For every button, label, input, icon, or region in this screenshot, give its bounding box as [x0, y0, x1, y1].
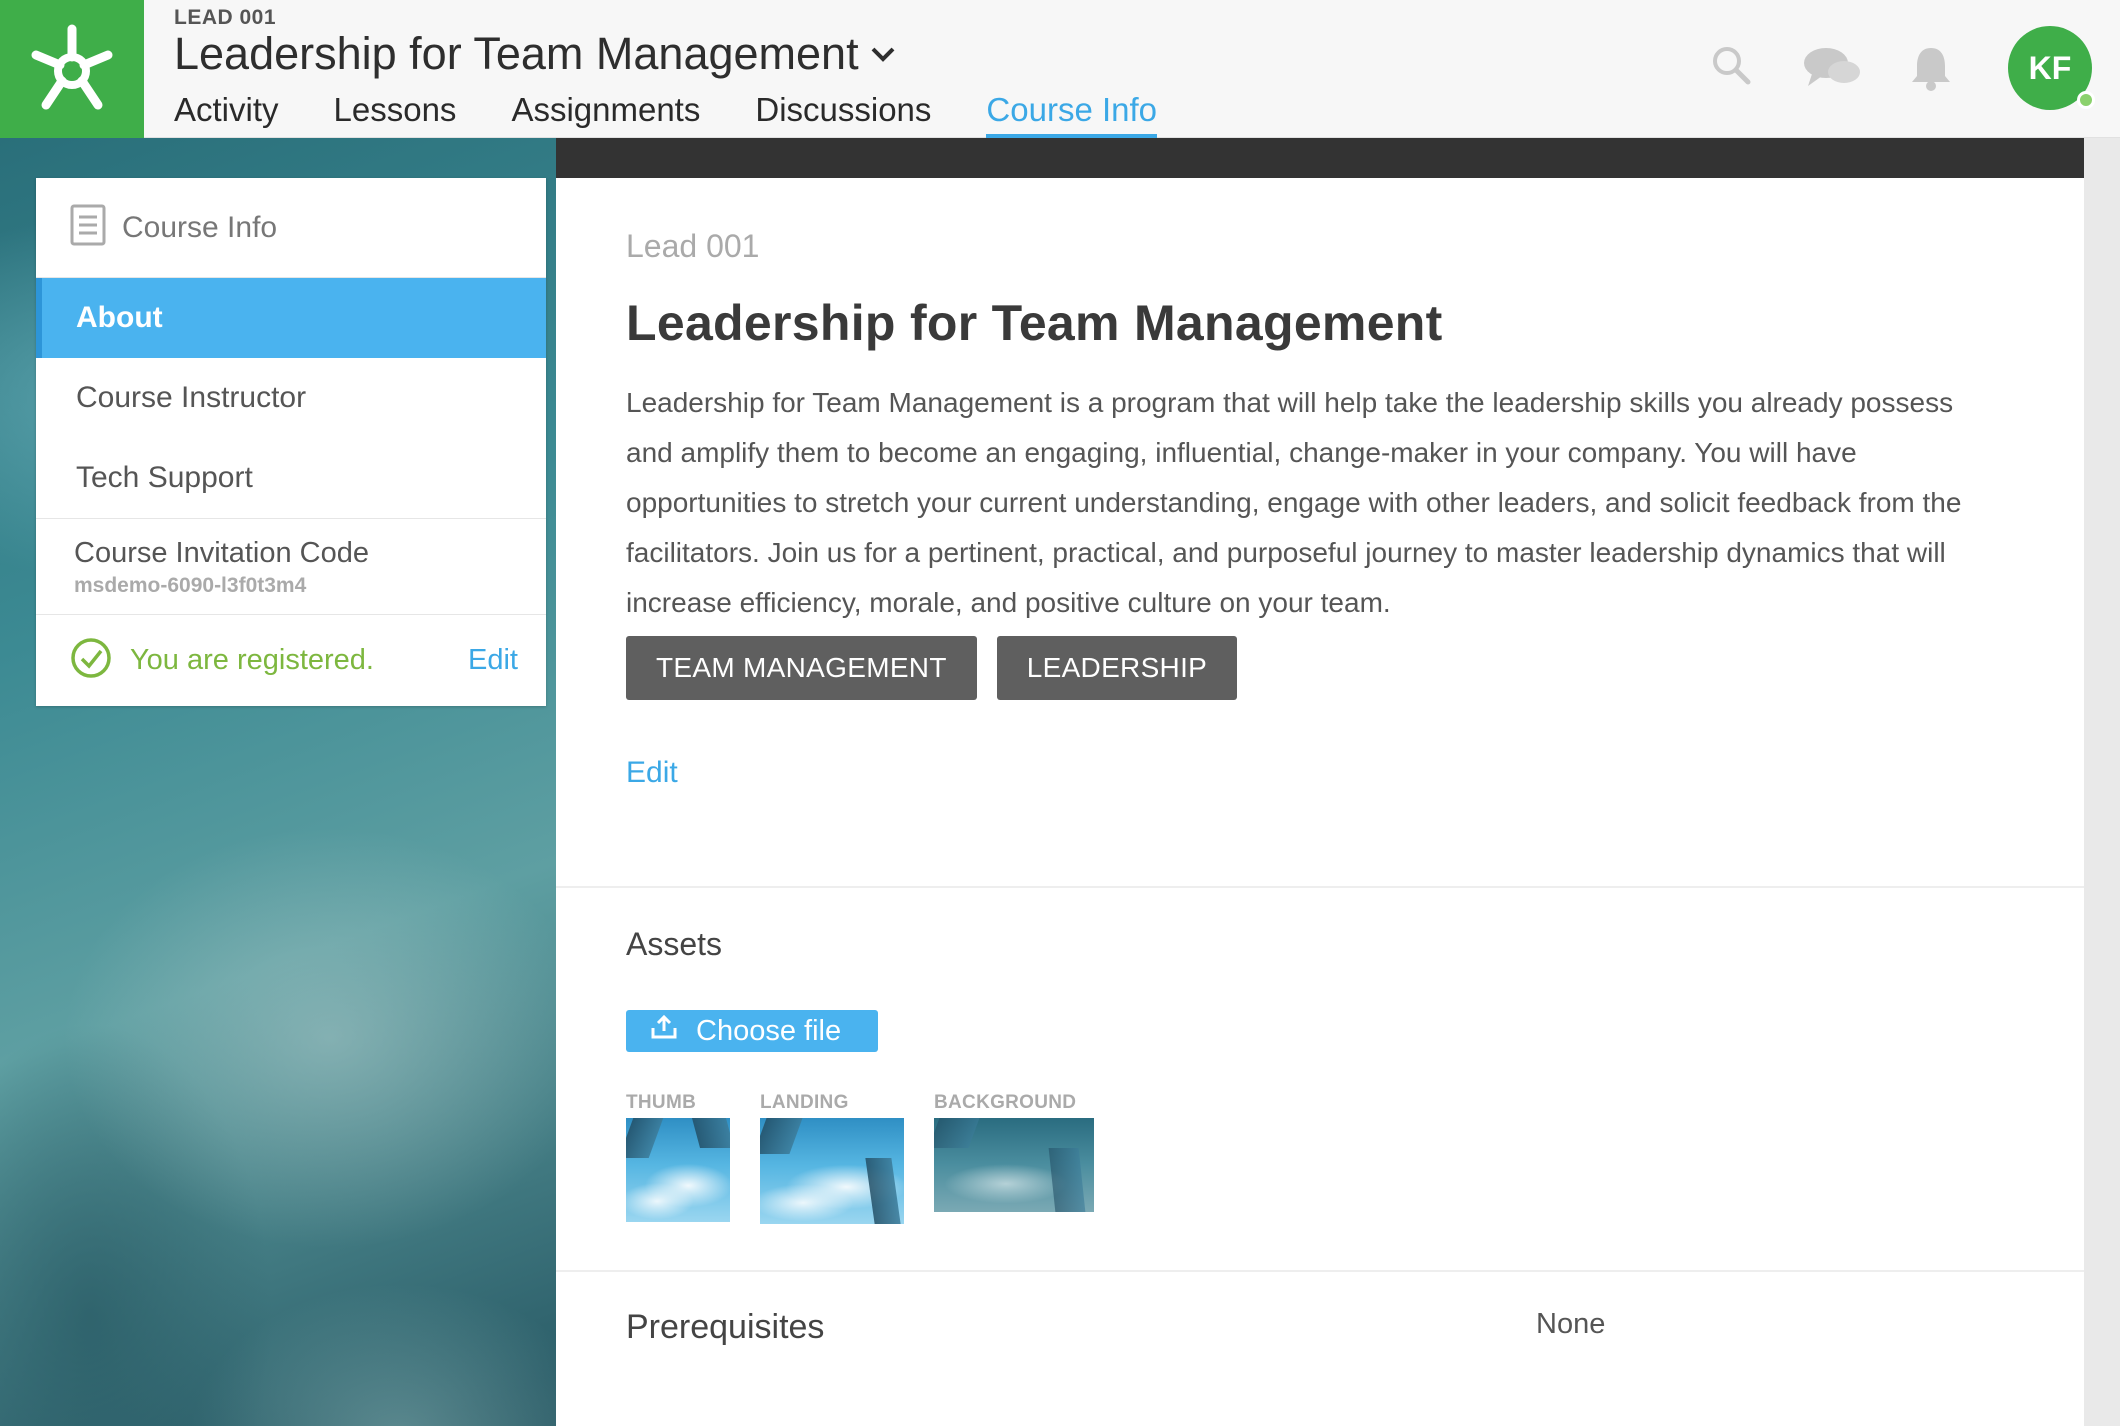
course-code-label: Lead 001 — [626, 228, 760, 264]
bell-icon[interactable] — [1908, 44, 1954, 97]
asset-background-image[interactable] — [934, 1118, 1094, 1212]
sidebar-item-course-instructor[interactable]: Course Instructor — [36, 358, 546, 438]
course-title-heading: Leadership for Team Management — [626, 295, 1443, 351]
course-code: LEAD 001 — [174, 6, 277, 29]
asset-background-label: BACKGROUND — [934, 1092, 1077, 1113]
choose-file-button[interactable]: Choose file — [626, 1010, 878, 1052]
section-divider — [556, 1270, 2084, 1272]
asset-thumb-image[interactable] — [626, 1118, 730, 1222]
registration-edit-link[interactable]: Edit — [468, 644, 518, 677]
section-divider — [556, 886, 2084, 888]
tab-lessons[interactable]: Lessons — [334, 86, 457, 138]
course-description: Leadership for Team Management is a prog… — [626, 387, 1962, 618]
tab-assignments[interactable]: Assignments — [511, 86, 700, 138]
course-title: Leadership for Team Management — [174, 28, 859, 79]
app-logo[interactable] — [0, 0, 144, 138]
scroll-gutter — [2084, 138, 2120, 1426]
asset-landing-image[interactable] — [760, 1118, 904, 1224]
sidebar-header: Course Info — [36, 178, 546, 278]
about-edit-link[interactable]: Edit — [626, 756, 678, 790]
tab-course-info[interactable]: Course Info — [986, 86, 1157, 138]
course-title-dropdown[interactable]: Leadership for Team Management — [174, 28, 897, 80]
check-circle-icon — [70, 637, 112, 684]
tab-activity[interactable]: Activity — [174, 86, 279, 138]
asset-background: BACKGROUND — [934, 1092, 1094, 1212]
sidebar-item-about[interactable]: About — [36, 278, 546, 358]
registered-text: You are registered. — [130, 644, 374, 676]
prerequisites-label: Prerequisites — [626, 1308, 825, 1346]
search-icon[interactable] — [1710, 44, 1752, 91]
invitation-code-value[interactable]: msdemo-6090-l3f0t3m4 — [74, 574, 508, 598]
choose-file-label: Choose file — [696, 1014, 842, 1047]
online-status-dot — [2077, 91, 2095, 109]
asset-landing: LANDING — [760, 1092, 904, 1224]
registration-status: You are registered. Edit — [36, 614, 546, 706]
tab-discussions[interactable]: Discussions — [755, 86, 931, 138]
invitation-code-block: Course Invitation Code msdemo-6090-l3f0t… — [36, 519, 546, 614]
sidebar-item-tech-support[interactable]: Tech Support — [36, 438, 546, 518]
chat-icon[interactable] — [1802, 44, 1862, 95]
invitation-code-label: Course Invitation Code — [74, 537, 369, 569]
prerequisites-value: None — [1536, 1308, 1606, 1340]
tag-team-management[interactable]: TEAM MANAGEMENT — [626, 636, 977, 700]
course-about-panel: Lead 001 Leadership for Team Management … — [556, 178, 2084, 1426]
main-top-strip — [556, 138, 2084, 178]
document-icon — [70, 204, 106, 251]
sidebar-title: Course Info — [122, 210, 278, 244]
asset-thumb: THUMB — [626, 1092, 730, 1222]
logo-icon — [31, 24, 113, 110]
course-nav-tabs: Activity Lessons Assignments Discussions… — [174, 86, 1212, 138]
course-tags: TEAM MANAGEMENT LEADERSHIP — [626, 636, 1257, 700]
chevron-down-icon[interactable] — [869, 44, 897, 64]
asset-thumb-label: THUMB — [626, 1092, 697, 1113]
course-info-sidebar: Course Info About Course Instructor Tech… — [36, 178, 546, 706]
asset-landing-label: LANDING — [760, 1092, 849, 1113]
tag-leadership[interactable]: LEADERSHIP — [996, 636, 1238, 700]
top-bar: LEAD 001 Leadership for Team Management … — [0, 0, 2120, 138]
assets-heading: Assets — [626, 926, 723, 962]
upload-icon — [650, 1014, 678, 1048]
